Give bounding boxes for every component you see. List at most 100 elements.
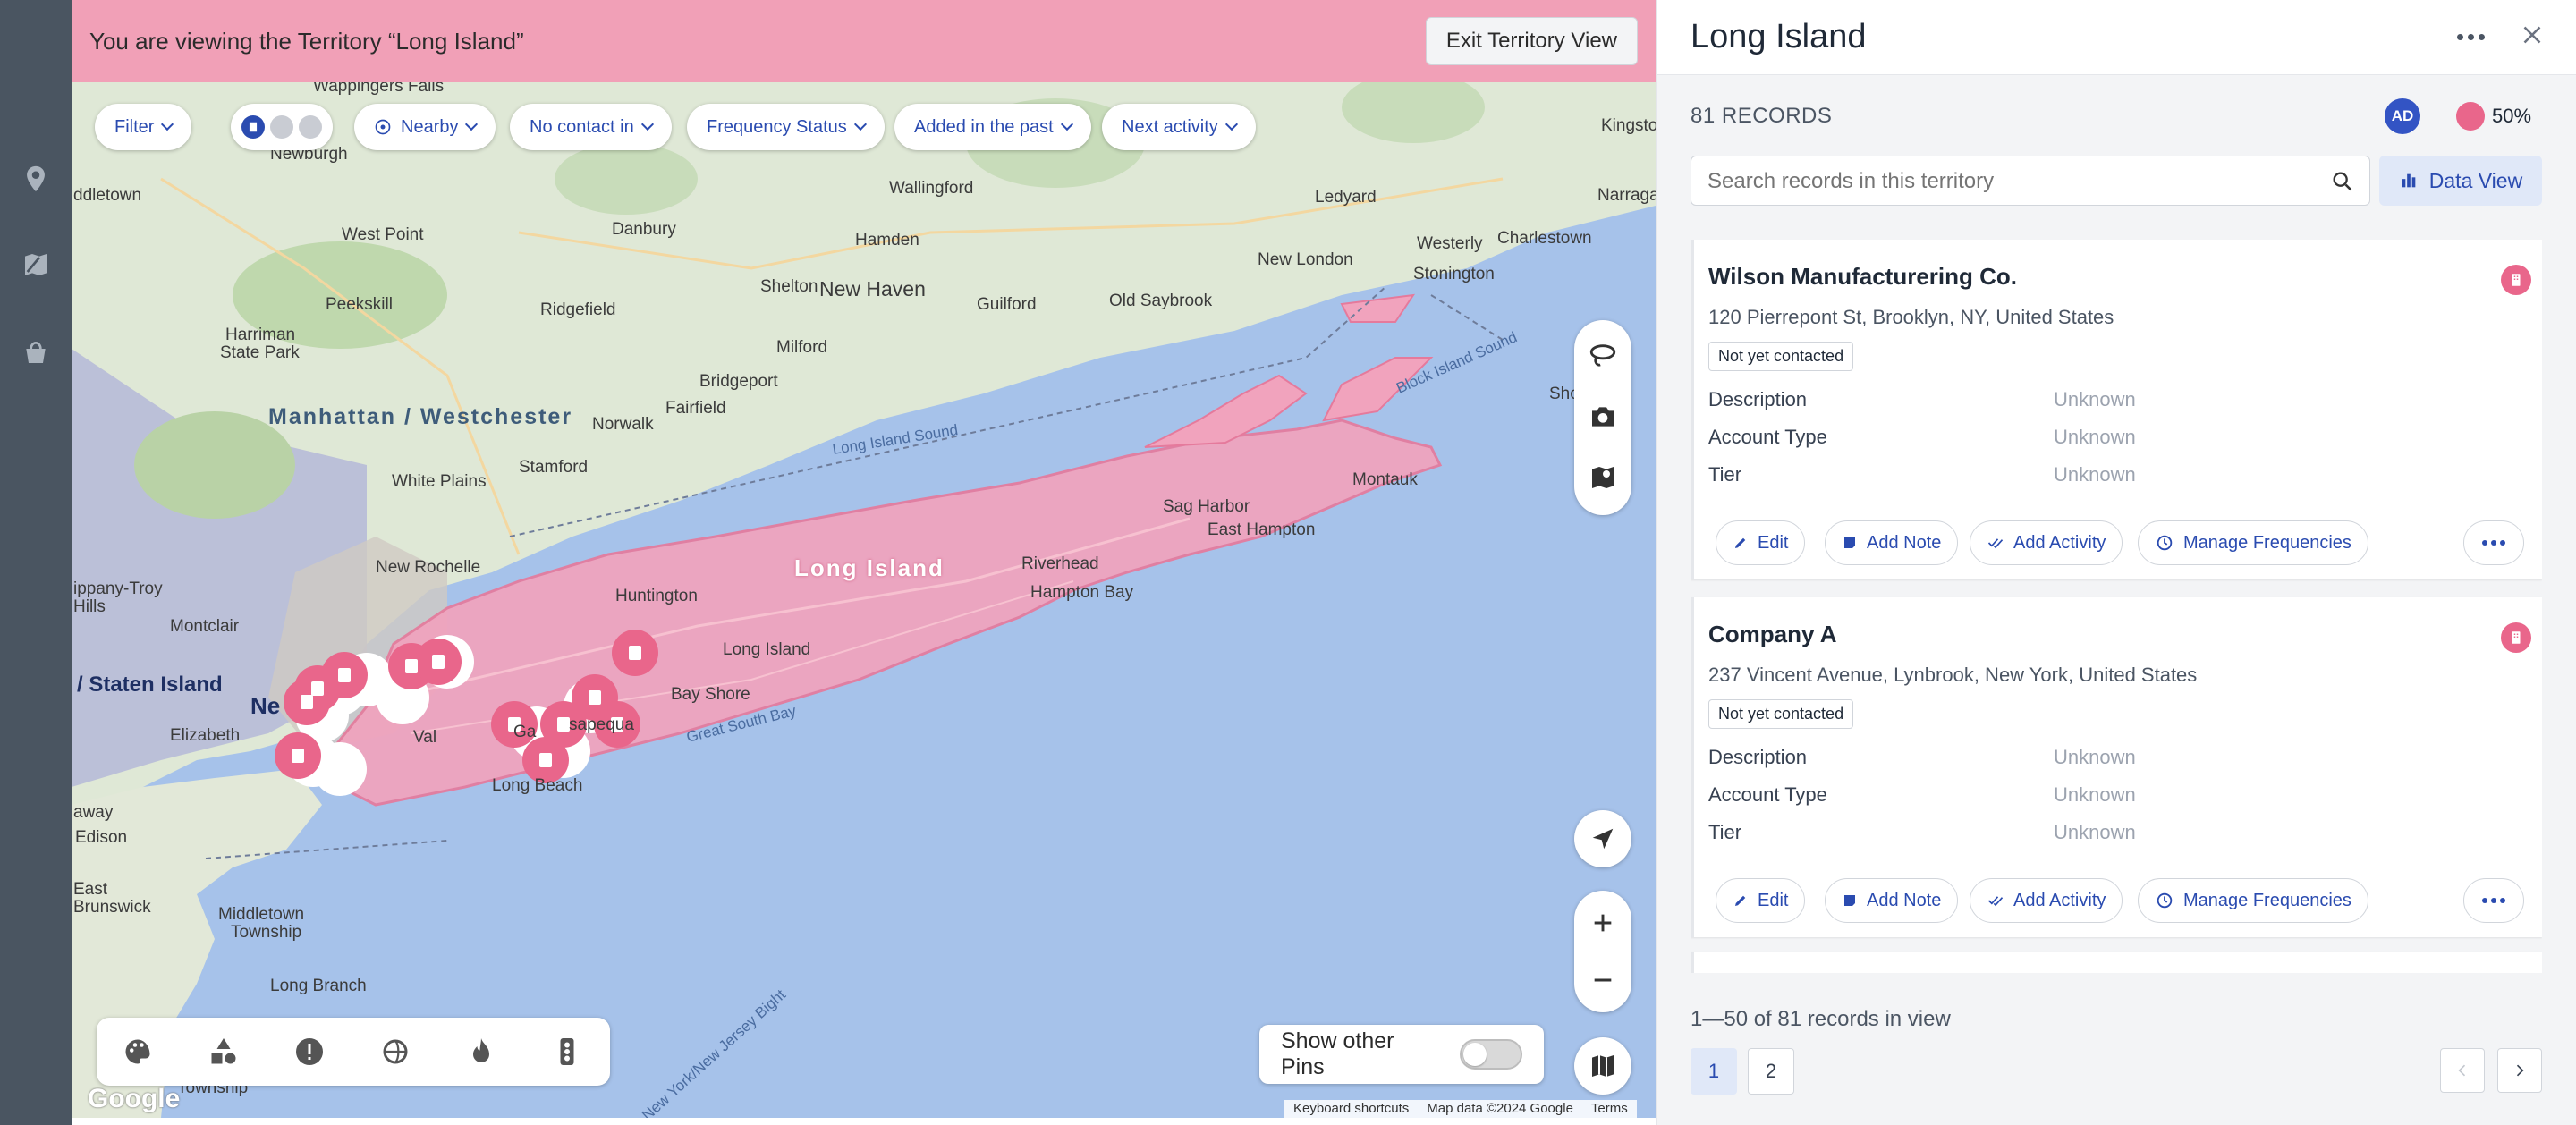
record-card[interactable]: Company A 237 Vincent Avenue, Lynbrook, …	[1690, 597, 2542, 937]
place-label: Charlestown	[1497, 229, 1592, 248]
record-list[interactable]: Wilson Manufacturering Co. 120 Pierrepon…	[1690, 240, 2542, 973]
frequency-label: Frequency Status	[707, 116, 847, 137]
map-pin-icon[interactable]	[18, 161, 54, 197]
place-label: Stonington	[1413, 265, 1495, 283]
alert-icon[interactable]	[290, 1032, 329, 1071]
chevron-down-icon	[1224, 117, 1238, 131]
lead-icon[interactable]	[299, 115, 322, 139]
prev-page-button[interactable]	[2440, 1048, 2485, 1093]
filter-button[interactable]: Filter	[95, 104, 192, 150]
add-activity-button[interactable]: Add Activity	[1970, 878, 2123, 923]
locate-arrow-icon	[1574, 810, 1631, 867]
record-card[interactable]	[1690, 952, 2542, 973]
place-label: Val	[413, 728, 437, 747]
add-activity-label: Add Activity	[2013, 890, 2106, 910]
field-value-account-type: Unknown	[2054, 783, 2136, 806]
add-note-button[interactable]: Add Note	[1825, 520, 1959, 565]
exit-territory-button[interactable]: Exit Territory View	[1425, 17, 1638, 65]
map-draw-icon[interactable]	[18, 247, 54, 283]
map-layers-icon[interactable]	[1574, 449, 1631, 506]
shopping-bag-icon[interactable]	[18, 334, 54, 370]
traffic-light-icon[interactable]	[547, 1032, 587, 1071]
territory-label: Long Island	[794, 554, 945, 581]
edit-button[interactable]: Edit	[1716, 878, 1806, 923]
place-label: Ledyard	[1315, 188, 1377, 207]
no-contact-label: No contact in	[530, 116, 634, 137]
palette-icon[interactable]	[118, 1032, 157, 1071]
place-label: Peekskill	[326, 295, 393, 314]
manage-frequencies-button[interactable]: Manage Frequencies	[2138, 878, 2368, 923]
place-label: West Point	[342, 225, 424, 244]
place-label: New Rochelle	[376, 558, 481, 577]
keyboard-shortcuts-link[interactable]: Keyboard shortcuts	[1284, 1100, 1418, 1118]
add-activity-button[interactable]: Add Activity	[1970, 520, 2123, 565]
record-type-toggle[interactable]	[231, 104, 333, 150]
map-type-button[interactable]	[1574, 1037, 1631, 1095]
status-badge: Not yet contacted	[1708, 342, 1854, 371]
map-tools-stack	[1574, 320, 1631, 515]
record-more-button[interactable]	[2463, 520, 2524, 565]
shapes-icon[interactable]	[204, 1032, 243, 1071]
zoom-out-icon[interactable]	[1574, 952, 1631, 1009]
map-tool-palette	[97, 1018, 610, 1086]
search-field[interactable]	[1690, 156, 2370, 206]
panel-title: Long Island	[1690, 18, 1867, 55]
show-other-pins: Show other Pins	[1259, 1025, 1544, 1084]
place-label: Ridgefield	[540, 300, 616, 319]
chevron-left-icon	[2458, 1064, 2466, 1077]
note-icon	[1844, 895, 1855, 906]
globe-refresh-icon[interactable]	[376, 1032, 415, 1071]
lasso-icon[interactable]	[1574, 327, 1631, 385]
manage-frequencies-label: Manage Frequencies	[2183, 890, 2351, 910]
manage-frequencies-button[interactable]: Manage Frequencies	[2138, 520, 2368, 565]
building-icon[interactable]	[242, 115, 265, 139]
building-icon	[2501, 622, 2531, 653]
person-icon[interactable]	[270, 115, 293, 139]
search-input[interactable]	[1707, 165, 2316, 198]
place-label: Shelton	[760, 277, 818, 296]
place-label: Fairfield	[665, 399, 726, 418]
banner-message: You are viewing the Territory “Long Isla…	[89, 27, 524, 55]
add-note-button[interactable]: Add Note	[1825, 878, 1959, 923]
search-icon[interactable]	[2330, 169, 2355, 194]
camera-icon[interactable]	[1574, 388, 1631, 445]
place-label: sapequa	[569, 715, 634, 734]
next-activity-filter[interactable]: Next activity	[1102, 104, 1256, 150]
place-label: Ne	[250, 692, 281, 719]
flame-icon[interactable]	[462, 1032, 501, 1071]
record-name[interactable]: Wilson Manufacturering Co.	[1708, 263, 2017, 291]
page-button[interactable]: 2	[1748, 1048, 1794, 1095]
place-label: Hampton Bay	[1030, 583, 1134, 602]
terms-link[interactable]: Terms	[1582, 1100, 1637, 1118]
field-label-description: Description	[1708, 388, 1808, 410]
territory-opacity[interactable]: 50%	[2456, 102, 2531, 131]
zoom-in-icon[interactable]	[1574, 894, 1631, 952]
avatar[interactable]: AD	[2385, 98, 2420, 134]
close-icon[interactable]	[2517, 20, 2547, 50]
page-button[interactable]: 1	[1690, 1048, 1737, 1095]
nearby-filter[interactable]: Nearby	[354, 104, 496, 150]
place-label: away	[73, 803, 114, 822]
no-contact-filter[interactable]: No contact in	[510, 104, 672, 150]
locate-button[interactable]	[1574, 810, 1631, 867]
more-options-icon[interactable]	[2451, 23, 2490, 50]
place-label: New Haven	[819, 277, 926, 300]
nearby-label: Nearby	[401, 116, 459, 137]
data-view-button[interactable]: Data View	[2379, 156, 2542, 206]
place-label: New London	[1258, 250, 1353, 269]
add-activity-label: Add Activity	[2013, 532, 2106, 553]
data-view-label: Data View	[2428, 168, 2523, 192]
show-pins-toggle[interactable]	[1460, 1039, 1522, 1070]
territory-banner: You are viewing the Territory “Long Isla…	[72, 0, 1656, 82]
place-label: Norwalk	[592, 415, 654, 434]
record-card[interactable]: Wilson Manufacturering Co. 120 Pierrepon…	[1690, 240, 2542, 579]
record-name[interactable]: Company A	[1708, 621, 1837, 648]
record-more-button[interactable]	[2463, 878, 2524, 923]
frequency-filter[interactable]: Frequency Status	[687, 104, 885, 150]
added-filter[interactable]: Added in the past	[894, 104, 1091, 150]
zoom-controls	[1574, 891, 1631, 1012]
next-page-button[interactable]	[2497, 1048, 2542, 1093]
map-canvas[interactable]: Wappingers Falls Newburgh ddletown West …	[72, 0, 1656, 1118]
place-label: Riverhead	[1021, 554, 1099, 573]
edit-button[interactable]: Edit	[1716, 520, 1806, 565]
